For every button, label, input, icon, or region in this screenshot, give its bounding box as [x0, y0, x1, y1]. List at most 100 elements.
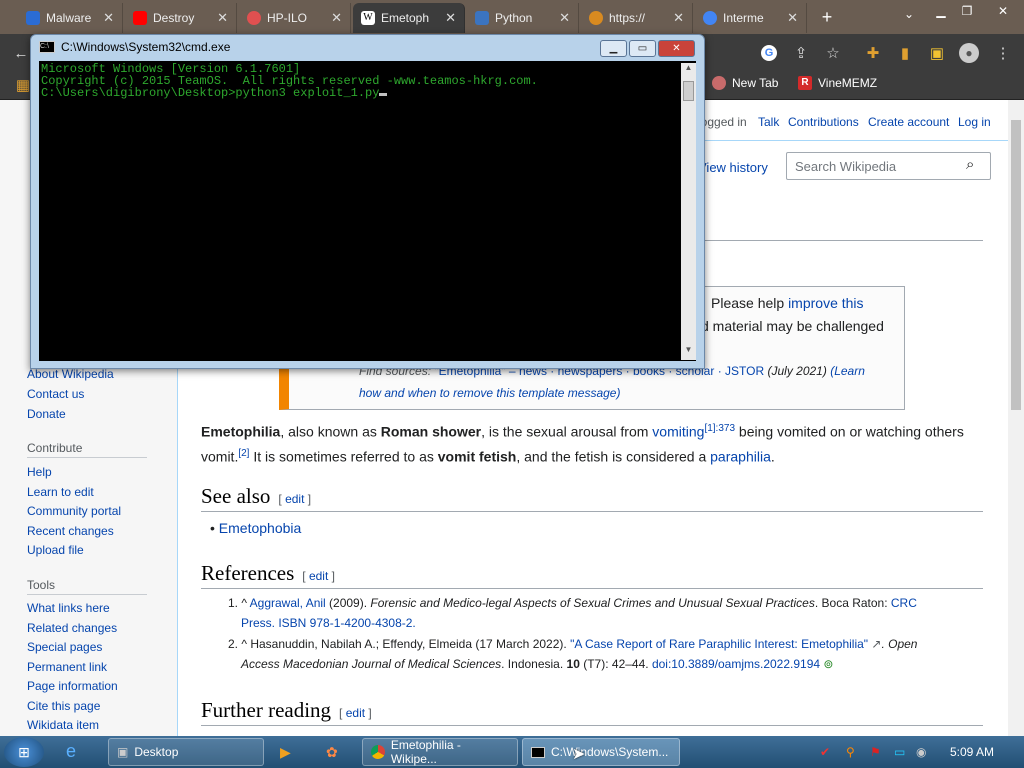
- tab-wikipedia[interactable]: W Emetoph ✕: [353, 3, 465, 33]
- close-icon[interactable]: ✕: [559, 10, 570, 26]
- sidebar-recent-changes[interactable]: Recent changes: [27, 524, 114, 538]
- scroll-up-arrow-icon[interactable]: ▲: [682, 63, 695, 77]
- cmd-window[interactable]: C:\ C:\Windows\System32\cmd.exe ▁ ▭ ✕ Mic…: [30, 34, 705, 369]
- extension-icon[interactable]: ▮: [894, 42, 916, 64]
- bookmark-vinememz[interactable]: R VineMEMZ: [798, 76, 877, 90]
- cmd-close-button[interactable]: ✕: [658, 40, 695, 57]
- close-window-icon[interactable]: ✕: [990, 0, 1016, 22]
- sidebar-cite-this-page[interactable]: Cite this page: [27, 699, 100, 713]
- menu-kebab-icon[interactable]: ⋮: [992, 42, 1014, 64]
- sidebar-about-wikipedia[interactable]: About Wikipedia: [27, 367, 114, 381]
- tab-malware[interactable]: Malware ✕: [18, 3, 123, 33]
- taskbar-cmd[interactable]: C:\Windows\System...: [522, 738, 680, 766]
- cmd-title-text: C:\Windows\System32\cmd.exe: [61, 40, 231, 54]
- emetophobia-link[interactable]: Emetophobia: [219, 520, 302, 536]
- close-icon[interactable]: ✕: [673, 10, 684, 26]
- bookmark-favicon-icon: [712, 76, 726, 90]
- tab-hp-ilo[interactable]: HP-ILO ✕: [239, 3, 351, 33]
- search-icon[interactable]: ⌕: [966, 156, 974, 173]
- scrollbar-thumb[interactable]: [1011, 120, 1021, 410]
- create-account-link[interactable]: Create account: [868, 115, 949, 129]
- citation-2[interactable]: [2]: [238, 448, 249, 459]
- sidebar-what-links-here[interactable]: What links here: [27, 601, 110, 615]
- internet-explorer-icon[interactable]: e: [66, 741, 76, 762]
- sidebar-wikidata-item[interactable]: Wikidata item: [27, 718, 99, 732]
- tray-monitor-icon[interactable]: ▭: [894, 745, 908, 759]
- start-button[interactable]: ⊞: [4, 737, 44, 767]
- chevron-down-icon[interactable]: ⌄: [896, 3, 922, 25]
- log-in-link[interactable]: Log in: [958, 115, 991, 129]
- sidebar-permanent-link[interactable]: Permanent link: [27, 660, 107, 674]
- youtube-icon: [133, 11, 147, 25]
- talk-link[interactable]: Talk: [758, 115, 779, 129]
- bookmark-new-tab[interactable]: New Tab: [712, 76, 778, 90]
- cmd-minimize-button[interactable]: ▁: [600, 40, 627, 57]
- star-icon[interactable]: ☆: [822, 42, 844, 64]
- improve-this-link[interactable]: improve this: [788, 295, 863, 311]
- taskbar-chrome-wikipedia[interactable]: Emetophilia - Wikipe...: [362, 738, 518, 766]
- view-history-tab[interactable]: View history: [698, 160, 768, 175]
- sidebar-page-information[interactable]: Page information: [27, 679, 118, 693]
- ref1-isbn-link[interactable]: Press. ISBN 978-1-4200-4308-2.: [241, 616, 416, 630]
- vomiting-link[interactable]: vomiting: [652, 424, 704, 440]
- tray-volume-icon[interactable]: ◉: [916, 745, 930, 759]
- cmd-titlebar[interactable]: C:\ C:\Windows\System32\cmd.exe: [39, 40, 230, 54]
- sidebar-special-pages[interactable]: Special pages: [27, 640, 102, 654]
- sidebar-related-changes[interactable]: Related changes: [27, 621, 117, 635]
- profile-avatar-icon[interactable]: ●: [958, 42, 980, 64]
- cmd-console-output[interactable]: Microsoft Windows [Version 6.1.7601] Copy…: [39, 61, 696, 361]
- sidebar-learn-to-edit[interactable]: Learn to edit: [27, 485, 94, 499]
- new-tab-plus-icon[interactable]: +: [814, 6, 840, 28]
- app-icon[interactable]: ✿: [326, 744, 338, 761]
- close-icon[interactable]: ✕: [103, 10, 114, 26]
- back-arrow-icon[interactable]: ←: [10, 42, 32, 64]
- minimize-icon[interactable]: ▁: [928, 0, 954, 22]
- sidebar-help[interactable]: Help: [27, 465, 52, 479]
- scroll-down-arrow-icon[interactable]: ▼: [682, 345, 695, 359]
- see-also-edit-link[interactable]: edit: [285, 492, 304, 506]
- close-icon[interactable]: ✕: [787, 10, 798, 26]
- paraphilia-link[interactable]: paraphilia: [710, 448, 771, 464]
- doi-link[interactable]: doi:10.3889/oamjms.2022.9194: [652, 657, 820, 671]
- extensions-icon[interactable]: ✚: [862, 42, 884, 64]
- citation-1[interactable]: [1]:373: [704, 423, 735, 434]
- sidebar-upload-file[interactable]: Upload file: [27, 543, 84, 557]
- sidebar-divider: [27, 594, 147, 595]
- crc-press-link[interactable]: CRC: [891, 596, 917, 610]
- further-reading-edit-link[interactable]: edit: [346, 706, 365, 720]
- ref1-author-link[interactable]: Aggrawal, Anil: [250, 596, 326, 610]
- ref2-title-link[interactable]: "A Case Report of Rare Paraphilic Intere…: [570, 637, 868, 651]
- system-clock[interactable]: 5:09 AM: [950, 745, 994, 759]
- restore-icon[interactable]: ❐: [954, 0, 980, 22]
- close-icon[interactable]: ✕: [445, 10, 456, 26]
- tray-flag-icon[interactable]: ⚑: [870, 745, 884, 759]
- sidebar-contact-us[interactable]: Contact us: [27, 387, 84, 401]
- cmd-scroll-thumb[interactable]: [683, 81, 694, 101]
- cmd-scrollbar[interactable]: ▲ ▼: [681, 63, 696, 360]
- media-player-icon[interactable]: ▶: [280, 744, 291, 761]
- tab-youtube[interactable]: Destroy ✕: [125, 3, 237, 33]
- sidebar-community-portal[interactable]: Community portal: [27, 504, 121, 518]
- tab-favicon-icon: [26, 11, 40, 25]
- cmd-maximize-button[interactable]: ▭: [629, 40, 656, 57]
- share-icon[interactable]: ⇪: [790, 42, 812, 64]
- tab-favicon-icon: [589, 11, 603, 25]
- taskbar-desktop[interactable]: ▣ Desktop: [108, 738, 264, 766]
- tab-google[interactable]: Interme ✕: [695, 3, 807, 33]
- learn-link[interactable]: (Learn: [830, 364, 865, 378]
- side-panel-icon[interactable]: ▣: [926, 42, 948, 64]
- close-icon[interactable]: ✕: [331, 10, 342, 26]
- search-input[interactable]: Search Wikipedia: [786, 152, 991, 180]
- google-lens-icon[interactable]: G: [758, 42, 780, 64]
- references-edit-link[interactable]: edit: [309, 569, 328, 583]
- contributions-link[interactable]: Contributions: [788, 115, 859, 129]
- tab-https[interactable]: https://✕: [581, 3, 693, 33]
- page-scrollbar[interactable]: [1008, 100, 1024, 736]
- learn-how-link[interactable]: how and when to remove this template mes…: [359, 386, 620, 400]
- tray-icon[interactable]: ⚲: [846, 745, 860, 759]
- reference-1: 1. ^ Aggrawal, Anil (2009). Forensic and…: [228, 596, 917, 630]
- tray-icon[interactable]: ✔: [820, 745, 834, 759]
- sidebar-donate[interactable]: Donate: [27, 407, 66, 421]
- close-icon[interactable]: ✕: [217, 10, 228, 26]
- tab-python[interactable]: Python ✕: [467, 3, 579, 33]
